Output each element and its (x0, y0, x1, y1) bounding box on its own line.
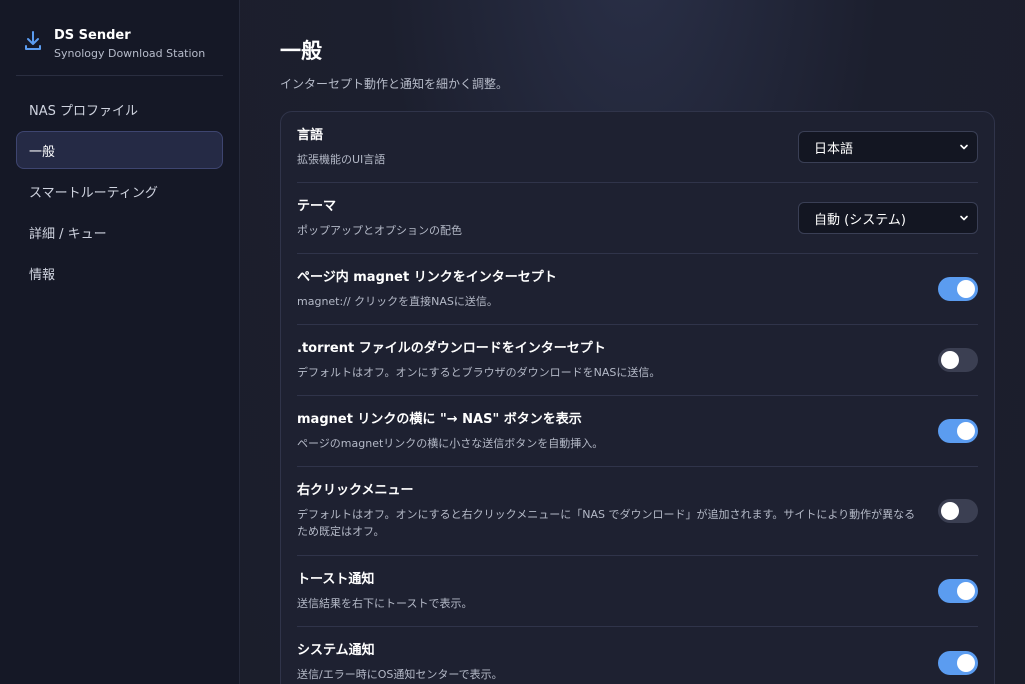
theme-select-value: 自動 (システム) (814, 212, 906, 228)
sidebar-item-about[interactable]: 情報 (16, 254, 223, 292)
sidebar-item-advanced-queue[interactable]: 詳細 / キュー (16, 213, 223, 251)
sidebar-nav: NAS プロファイル 一般 スマートルーティング 詳細 / キュー 情報 (16, 90, 223, 292)
setting-title: 右クリックメニュー (297, 483, 414, 498)
setting-desc: 送信/エラー時にOS通知センターで表示。 (297, 668, 503, 681)
download-icon (25, 31, 41, 50)
setting-desc: デフォルトはオフ。オンにするとブラウザのダウンロードをNASに送信。 (297, 365, 661, 379)
setting-desc: デフォルトはオフ。オンにすると右クリックメニューに「NAS でダウンロード」が追… (297, 508, 916, 538)
chevron-down-icon (960, 215, 968, 221)
setting-desc: 拡張機能のUI言語 (297, 152, 386, 166)
toast-toggle[interactable] (938, 579, 978, 603)
setting-title: テーマ (297, 198, 337, 214)
system-notify-toggle[interactable] (938, 650, 978, 675)
toggle-knob (957, 582, 975, 600)
setting-title: .torrent ファイルのダウンロードをインターセプト (297, 340, 606, 356)
brand-subtitle: Synology Download Station (54, 47, 206, 60)
magnet-intercept-toggle[interactable] (938, 277, 978, 301)
setting-title: 言語 (297, 127, 324, 143)
theme-select[interactable]: 自動 (システム) (798, 202, 978, 234)
page-subtitle: インターセプト動作と通知を細かく調整。 (280, 77, 509, 91)
toggle-knob (941, 351, 959, 369)
setting-row-theme: テーマ ポップアップとオプションの配色 自動 (システム) (297, 183, 978, 254)
main-content: 一般 インターセプト動作と通知を細かく調整。 言語 拡張機能のUI言語 日本語 … (240, 0, 1025, 684)
setting-title: トースト通知 (297, 571, 375, 587)
context-menu-toggle[interactable] (938, 499, 978, 523)
sidebar-item-nas-profile[interactable]: NAS プロファイル (16, 90, 223, 128)
settings-card: 言語 拡張機能のUI言語 日本語 テーマ ポップアップとオプションの配色 自動 … (280, 111, 995, 684)
page-title: 一般 (280, 39, 322, 63)
setting-desc: ページのmagnetリンクの横に小さな送信ボタンを自動挿入。 (297, 436, 604, 450)
magnet-button-toggle[interactable] (938, 419, 978, 443)
toggle-knob (957, 422, 975, 440)
brand-name: DS Sender (54, 28, 131, 43)
sidebar-item-smart-routing[interactable]: スマートルーティング (16, 172, 223, 210)
setting-title: ページ内 magnet リンクをインターセプト (297, 269, 557, 285)
setting-row-system-notify: システム通知 送信/エラー時にOS通知センターで表示。 (297, 627, 978, 684)
setting-row-toast: トースト通知 送信結果を右下にトーストで表示。 (297, 556, 978, 627)
sidebar-item-general[interactable]: 一般 (16, 131, 223, 169)
chevron-down-icon (960, 144, 968, 150)
language-select[interactable]: 日本語 (798, 131, 978, 163)
setting-desc: 送信結果を右下にトーストで表示。 (297, 596, 473, 610)
app-window: DS Sender Synology Download Station NAS … (0, 0, 1025, 684)
toggle-knob (957, 653, 975, 672)
toggle-knob (957, 280, 975, 298)
setting-desc: ポップアップとオプションの配色 (297, 223, 462, 237)
setting-row-language: 言語 拡張機能のUI言語 日本語 (297, 112, 978, 183)
setting-desc: magnet:// クリックを直接NASに送信。 (297, 294, 498, 308)
setting-title: システム通知 (297, 643, 375, 658)
setting-title: magnet リンクの横に "→ NAS" ボタンを表示 (297, 411, 582, 427)
language-select-value: 日本語 (814, 141, 854, 157)
toggle-knob (941, 502, 959, 520)
setting-row-torrent-intercept: .torrent ファイルのダウンロードをインターセプト デフォルトはオフ。オン… (297, 325, 978, 396)
setting-row-context-menu: 右クリックメニュー デフォルトはオフ。オンにすると右クリックメニューに「NAS … (297, 467, 978, 556)
setting-row-magnet-button: magnet リンクの横に "→ NAS" ボタンを表示 ページのmagnetリ… (297, 396, 978, 467)
sidebar: DS Sender Synology Download Station NAS … (0, 0, 240, 684)
setting-row-magnet-intercept: ページ内 magnet リンクをインターセプト magnet:// クリックを直… (297, 254, 978, 325)
torrent-intercept-toggle[interactable] (938, 348, 978, 372)
brand: DS Sender Synology Download Station (16, 0, 223, 76)
